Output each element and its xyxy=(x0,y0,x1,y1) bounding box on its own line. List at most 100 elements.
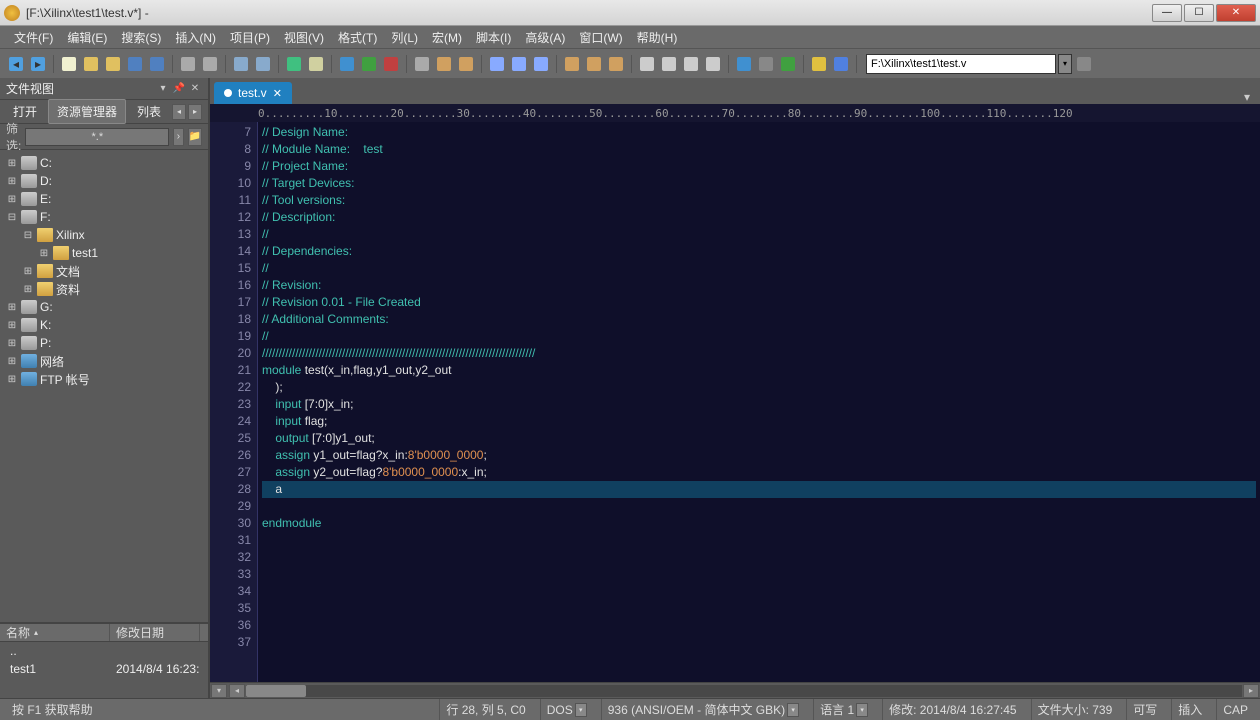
win3-icon[interactable] xyxy=(606,54,626,74)
tree-node[interactable]: ⊞test1 xyxy=(2,244,206,262)
sidebar-close-icon[interactable]: ✕ xyxy=(188,82,202,96)
sidebar-tab-2[interactable]: 列表 xyxy=(128,99,170,124)
tree-node[interactable]: ⊞网络 xyxy=(2,352,206,370)
coltoggle-icon[interactable] xyxy=(284,54,304,74)
webhome-icon[interactable] xyxy=(337,54,357,74)
macro2-icon[interactable] xyxy=(509,54,529,74)
sidebar-pin-icon[interactable]: 📌 xyxy=(172,82,186,96)
tree-node[interactable]: ⊞G: xyxy=(2,298,206,316)
expand-icon[interactable]: ⊞ xyxy=(6,338,18,349)
saveall-icon[interactable] xyxy=(147,54,167,74)
tree-node[interactable]: ⊞D: xyxy=(2,172,206,190)
expand-icon[interactable]: ⊞ xyxy=(6,176,18,187)
expand-icon[interactable]: ⊞ xyxy=(6,158,18,169)
play-icon[interactable] xyxy=(778,54,798,74)
copy-icon[interactable] xyxy=(434,54,454,74)
filter-input[interactable] xyxy=(25,128,169,146)
tree-node[interactable]: ⊞FTP 帐号 xyxy=(2,370,206,388)
menu-编辑E[interactable]: 编辑(E) xyxy=(61,27,113,48)
tab-close-icon[interactable]: ✕ xyxy=(273,87,282,100)
path-combo[interactable] xyxy=(866,54,1056,74)
list2-icon[interactable] xyxy=(253,54,273,74)
fwd-icon[interactable]: ▸ xyxy=(28,54,48,74)
editor-tab-menu-icon[interactable]: ▾ xyxy=(1238,90,1256,104)
preview-icon[interactable] xyxy=(200,54,220,74)
scroll-left-icon[interactable]: ◂ xyxy=(229,684,245,698)
expand-icon[interactable]: ⊞ xyxy=(6,302,18,313)
menu-脚本I[interactable]: 脚本(I) xyxy=(470,27,517,48)
status-readwrite[interactable]: 可写 xyxy=(1126,699,1163,720)
menu-文件F[interactable]: 文件(F) xyxy=(8,27,59,48)
filelist-col-0[interactable]: 名称 ▴ xyxy=(0,624,110,641)
file-row[interactable]: test12014/8/4 16:23:... xyxy=(0,660,208,678)
status-language[interactable]: 语言 1▾ xyxy=(813,699,874,720)
file-row[interactable]: .. xyxy=(0,642,208,660)
expand-icon[interactable]: ⊞ xyxy=(38,248,50,259)
camera-icon[interactable] xyxy=(756,54,776,74)
menu-格式T[interactable]: 格式(T) xyxy=(332,27,383,48)
status-format[interactable]: DOS▾ xyxy=(540,699,593,720)
filelist[interactable]: ..test12014/8/4 16:23:... xyxy=(0,642,208,698)
scroll-thumb[interactable] xyxy=(246,685,306,697)
editor-tab-testv[interactable]: test.v ✕ xyxy=(214,82,292,104)
path-dropdown-icon[interactable]: ▾ xyxy=(1058,54,1072,74)
menu-窗口W[interactable]: 窗口(W) xyxy=(573,27,628,48)
scroll-track[interactable] xyxy=(246,685,1242,697)
folder-tree[interactable]: ⊞C:⊞D:⊞E:⊟F:⊟Xilinx⊞test1⊞文档⊞资料⊞G:⊞K:⊞P:… xyxy=(0,150,208,622)
tile3-icon[interactable] xyxy=(681,54,701,74)
minimize-button[interactable]: — xyxy=(1152,4,1182,22)
menu-搜索S[interactable]: 搜索(S) xyxy=(115,27,167,48)
menu-项目P[interactable]: 项目(P) xyxy=(224,27,276,48)
open-icon[interactable] xyxy=(81,54,101,74)
tree-node[interactable]: ⊞C: xyxy=(2,154,206,172)
code-area[interactable]: 7891011121314151617181920212223242526272… xyxy=(210,122,1260,682)
tree-node[interactable]: ⊞K: xyxy=(2,316,206,334)
menu-高级A[interactable]: 高级(A) xyxy=(519,27,571,48)
code-text[interactable]: // Design Name:// Module Name: test// Pr… xyxy=(258,122,1260,682)
macro3-icon[interactable] xyxy=(531,54,551,74)
tile2-icon[interactable] xyxy=(659,54,679,74)
webstop-icon[interactable] xyxy=(381,54,401,74)
expand-icon[interactable]: ⊟ xyxy=(6,212,18,223)
sidebar-tab-1[interactable]: 资源管理器 xyxy=(48,99,126,124)
expand-icon[interactable]: ⊞ xyxy=(22,266,34,277)
status-insert[interactable]: 插入 xyxy=(1171,699,1208,720)
win1-icon[interactable] xyxy=(562,54,582,74)
tree-node[interactable]: ⊞E: xyxy=(2,190,206,208)
menu-宏M[interactable]: 宏(M) xyxy=(426,27,468,48)
scroll-right-icon[interactable]: ▸ xyxy=(1243,684,1259,698)
new-icon[interactable] xyxy=(59,54,79,74)
sidebar-dropdown-icon[interactable]: ▾ xyxy=(156,82,170,96)
tree-node[interactable]: ⊞P: xyxy=(2,334,206,352)
back-icon[interactable]: ◂ xyxy=(6,54,26,74)
sidebar-tab-nav-0[interactable]: ◂ xyxy=(172,104,186,120)
tree-node[interactable]: ⊞资料 xyxy=(2,280,206,298)
expand-icon[interactable]: ⊟ xyxy=(22,230,34,241)
tree-node[interactable]: ⊟F: xyxy=(2,208,206,226)
expand-icon[interactable]: ⊞ xyxy=(6,194,18,205)
status-encoding[interactable]: 936 (ANSI/OEM - 简体中文 GBK)▾ xyxy=(601,699,805,720)
lock-icon[interactable] xyxy=(1074,54,1094,74)
menu-列L[interactable]: 列(L) xyxy=(385,27,424,48)
paste-icon[interactable] xyxy=(456,54,476,74)
tree-node[interactable]: ⊞文档 xyxy=(2,262,206,280)
save-icon[interactable] xyxy=(125,54,145,74)
menu-帮助H[interactable]: 帮助(H) xyxy=(631,27,684,48)
wrap-icon[interactable] xyxy=(306,54,326,74)
webfwd-icon[interactable] xyxy=(359,54,379,74)
menu-视图V[interactable]: 视图(V) xyxy=(278,27,330,48)
horizontal-scrollbar[interactable]: ▾ ◂ ▸ xyxy=(210,682,1260,698)
filter-go-button[interactable]: › xyxy=(173,128,183,146)
tree-node[interactable]: ⊟Xilinx xyxy=(2,226,206,244)
expand-icon[interactable]: ⊞ xyxy=(6,356,18,367)
help-icon[interactable] xyxy=(831,54,851,74)
cut-icon[interactable] xyxy=(412,54,432,74)
openfolder-icon[interactable] xyxy=(103,54,123,74)
close-button[interactable]: ✕ xyxy=(1216,4,1256,22)
menu-插入N[interactable]: 插入(N) xyxy=(169,27,222,48)
expand-icon[interactable]: ⊞ xyxy=(22,284,34,295)
filelist-col-1[interactable]: 修改日期 xyxy=(110,624,200,641)
expand-icon[interactable]: ⊞ xyxy=(6,320,18,331)
tile4-icon[interactable] xyxy=(703,54,723,74)
filter-browse-button[interactable]: 📁 xyxy=(188,128,202,146)
